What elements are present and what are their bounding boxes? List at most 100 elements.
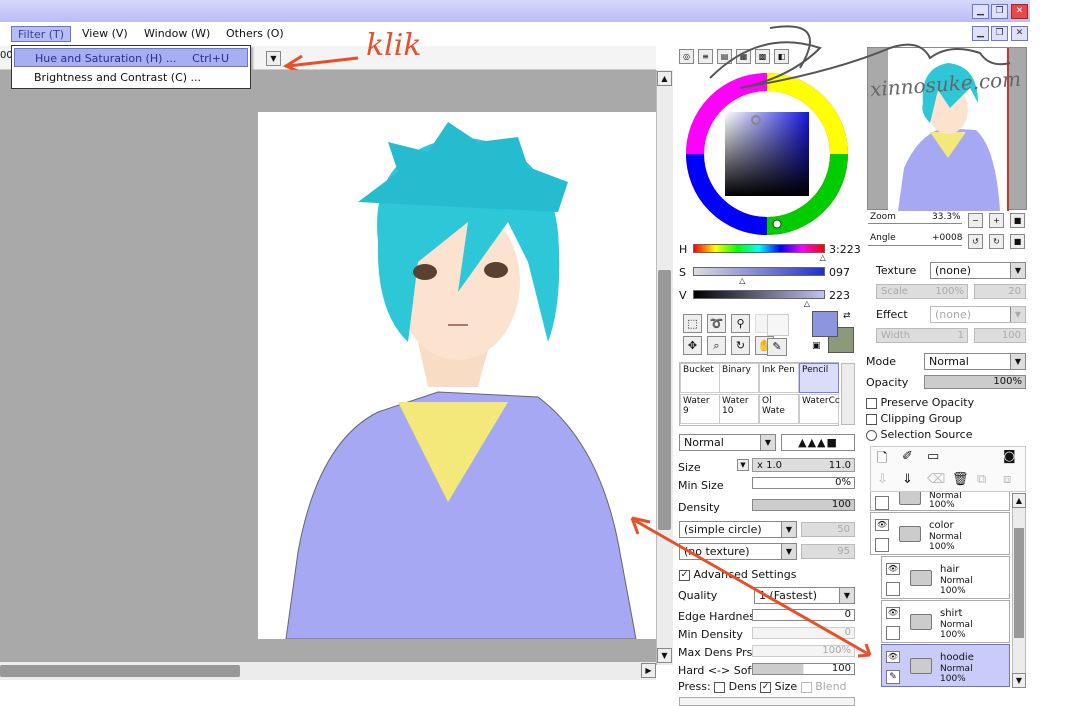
transparent-color-icon[interactable]: ▣ [812,341,821,351]
size-field[interactable]: x 1.0 11.0 [752,458,855,472]
tool-binary[interactable]: Binary [719,363,759,393]
effect-label: Effect [876,308,908,321]
min-size-slider[interactable]: 0% [752,477,855,489]
filter-dropdown: Hue and Saturation (H) ... Ctrl+U Bright… [11,45,251,89]
hue-saturation-shortcut: Ctrl+U [192,52,229,65]
rotate-right-icon[interactable]: ↻ [989,234,1004,249]
angle-value: +0008 [932,233,963,243]
layer-item-hair[interactable]: 👁 hair Normal 100% [881,556,1010,599]
document-canvas[interactable] [258,112,656,639]
size-dropdown-icon[interactable]: ▼ [737,459,749,471]
chevron-down-icon: ▼ [1010,263,1025,278]
zoom-out-icon[interactable]: − [968,213,983,228]
opacity-label: Opacity [866,376,909,389]
canvas-horizontal-scrollbar[interactable]: ▶ [0,662,656,680]
layer-texture-select[interactable]: (none) ▼ [930,262,1026,279]
brush-panel-hscroll[interactable] [679,697,855,706]
v-slider-knob[interactable]: △ [804,299,810,308]
minimize-button[interactable]: ▁ [972,4,989,19]
width-num-field: 100 [974,328,1026,343]
scroll-thumb[interactable] [658,270,671,530]
layer-item-shirt[interactable]: 👁 shirt Normal 100% [881,600,1010,643]
menu-window[interactable]: Window (W) [138,26,216,42]
tool-water-10[interactable]: Water 10 [719,394,759,424]
zoom-in-icon[interactable]: + [989,213,1004,228]
transfer-down-icon: ⇩ [877,472,888,487]
clipping-group-checkbox[interactable]: Clipping Group [866,412,962,425]
scale-num-field: 20 [974,284,1026,299]
new-linework-icon[interactable]: ✐ [902,449,913,464]
merge-visible-icon: ⧈ [1003,472,1012,487]
press-size-checkbox[interactable]: ✓ [760,681,772,693]
selection-tools: ⬚ ➰ ⚲ ✥ ⌕ ↻ ✋ [683,314,776,355]
tool-water-9[interactable]: Water 9 [680,394,720,424]
layer-mask-icon[interactable]: ◙ [1003,449,1016,464]
close-button[interactable]: ✕ [1011,4,1028,19]
layer-item-top[interactable]: Normal 100% [870,492,1010,511]
lasso-icon[interactable]: ➰ [707,314,726,333]
zoom-reset-icon[interactable]: ■ [1010,213,1025,228]
clear-layer-icon: ⌫ [927,472,946,487]
tool-ink-pen[interactable]: Ink Pen [759,363,799,393]
brush-shape-icons[interactable]: ▲▲▲■ [781,434,855,451]
new-folder-icon[interactable]: ▭ [927,449,939,464]
move-icon[interactable]: ✥ [683,336,702,355]
toolbar-dropdown-icon[interactable]: ▼ [266,51,281,66]
blend-mode-select[interactable]: Normal ▼ [679,434,776,451]
zoom-icon[interactable]: ⌕ [707,336,726,355]
s-slider[interactable] [693,267,825,276]
h-label: H [679,243,688,256]
zoom-slider[interactable] [868,223,962,224]
width-field: Width 1 [876,328,968,343]
scroll-up-icon[interactable]: ▲ [1012,493,1026,508]
s-value: 097 [829,266,850,279]
opacity-slider[interactable]: 100% [924,375,1026,389]
tool-grid-scrollbar[interactable] [841,363,855,425]
h-slider-knob[interactable]: △ [820,253,826,262]
angle-slider[interactable] [868,245,962,246]
tool-watercolor[interactable]: WaterCc [799,394,840,424]
rect-select-icon[interactable]: ⬚ [683,314,702,333]
main-color-swatch[interactable] [812,311,838,337]
tool-pencil[interactable]: Pencil [799,363,839,393]
merge-down-icon[interactable]: ⇓ [902,472,913,487]
folder-icon [899,492,921,505]
mode-label: Mode [866,355,896,368]
h-slider[interactable] [693,244,825,253]
layers-scroll-thumb[interactable] [1014,528,1024,638]
s-slider-knob[interactable]: △ [739,276,745,285]
tool-bucket[interactable]: Bucket [680,363,720,393]
size-label: Size [678,461,701,474]
new-layer-icon[interactable]: 🗋 [877,449,887,471]
menu-filter[interactable]: Filter (T) [11,26,72,42]
selection-source-checkbox[interactable]: Selection Source [866,428,972,441]
v-slider[interactable] [693,290,825,299]
rotate-left-icon[interactable]: ↺ [968,234,983,249]
delete-layer-icon[interactable]: 🗑 [952,472,969,487]
layer-item-color[interactable]: 👁 color Normal 100% [870,512,1010,555]
s-label: S [679,266,686,279]
empty-tool-slot-2 [767,314,789,336]
menu-item-brightness-contrast[interactable]: Brightness and Contrast (C) ... [14,68,248,87]
maximize-button[interactable]: ❐ [991,4,1008,19]
signature-icon [709,25,1011,89]
preserve-opacity-checkbox[interactable]: Preserve Opacity [866,396,974,409]
menu-item-hue-saturation[interactable]: Hue and Saturation (H) ... Ctrl+U [14,48,248,67]
scroll-down-icon[interactable]: ▼ [1012,673,1026,688]
folder-icon [899,526,921,542]
rotate-reset-icon[interactable]: ■ [1010,234,1025,249]
press-dens-checkbox[interactable] [714,681,726,693]
swap-colors-icon[interactable]: ⇄ [843,311,851,321]
hscroll-thumb[interactable] [0,665,240,677]
layers-scrollbar[interactable]: ▲ ▼ [1012,493,1026,688]
tool-oil-water[interactable]: Ol Wate [759,394,799,424]
rotate-icon[interactable]: ↻ [731,336,750,355]
folder-icon [910,570,932,586]
menu-view[interactable]: View (V) [76,26,134,42]
eyedropper-icon[interactable]: ✎ [767,338,787,356]
layer-mode-select[interactable]: Normal ▼ [924,353,1026,370]
layer-item-hoodie[interactable]: 👁 ✎ hoodie Normal 100% [881,644,1010,687]
scroll-up-icon[interactable]: ▲ [657,71,672,86]
magic-wand-icon[interactable]: ⚲ [731,314,750,333]
artwork-image [285,122,637,639]
